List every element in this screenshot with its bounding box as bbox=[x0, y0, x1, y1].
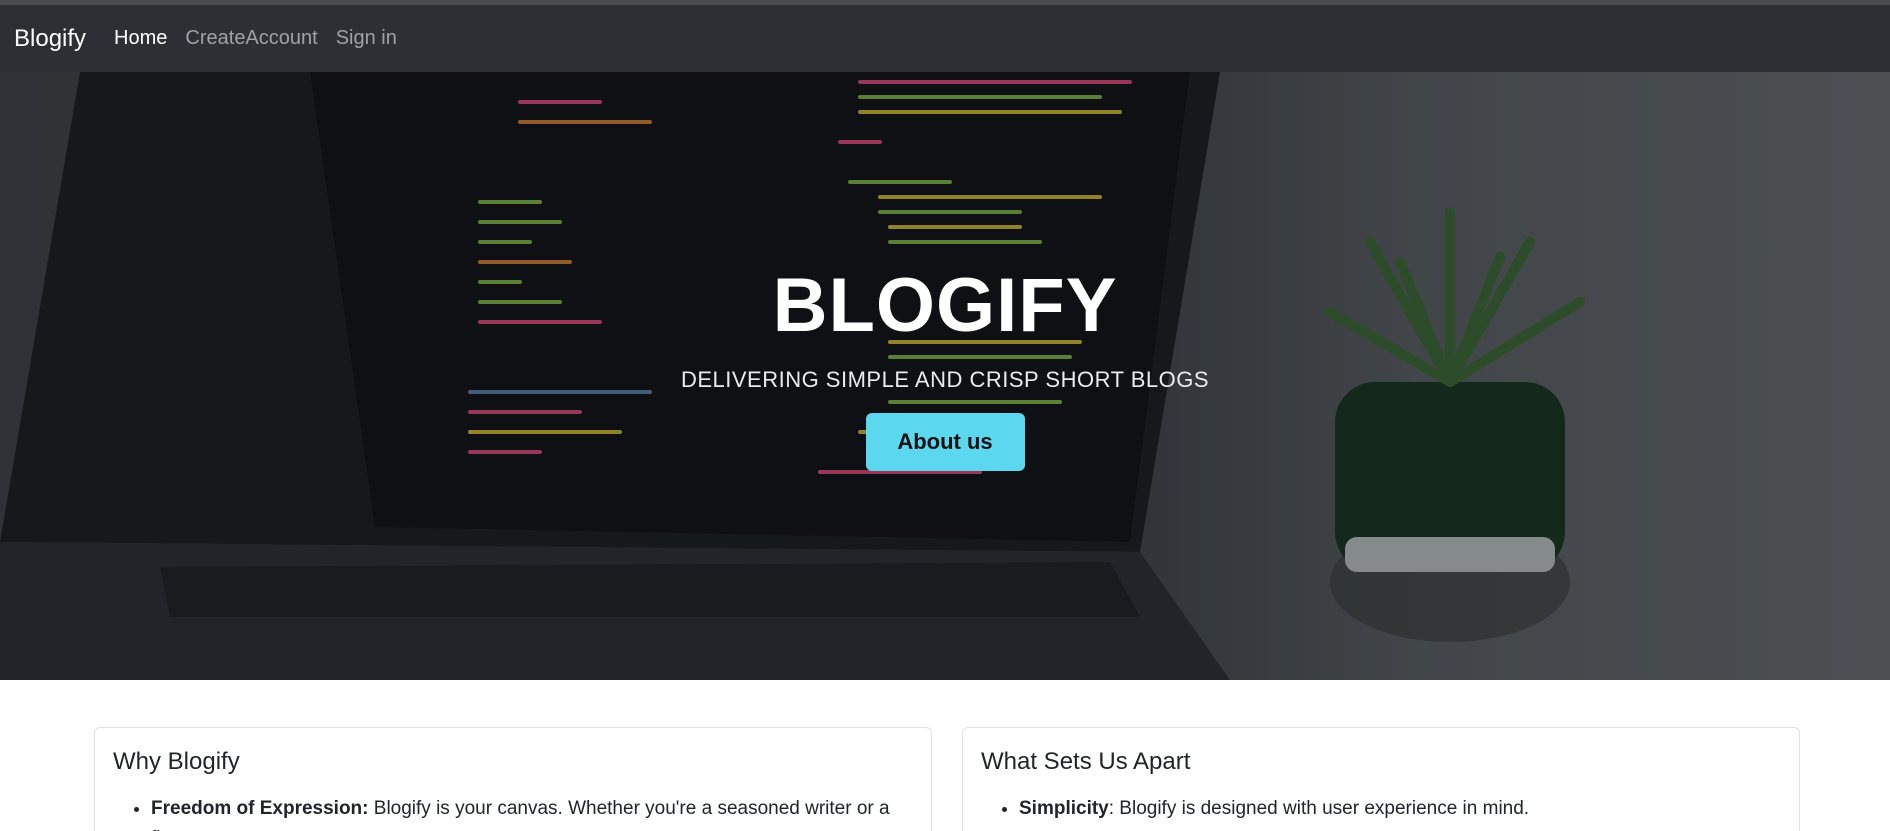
why-blogify-card: Why Blogify Freedom of Expression: Blogi… bbox=[94, 727, 932, 831]
list-item-term: Simplicity bbox=[1019, 798, 1109, 819]
nav-link-home[interactable]: Home bbox=[114, 27, 167, 50]
hero-content: BLOGIFY DELIVERING SIMPLE AND CRISP SHOR… bbox=[0, 72, 1890, 680]
nav-link-create-account[interactable]: CreateAccount bbox=[185, 27, 317, 50]
list-item-text: : Blogify is designed with user experien… bbox=[1108, 798, 1530, 819]
card-list: Simplicity: Blogify is designed with use… bbox=[981, 794, 1781, 824]
list-item: Simplicity: Blogify is designed with use… bbox=[1019, 794, 1781, 824]
hero-title: BLOGIFY bbox=[772, 263, 1118, 348]
nav-link-sign-in[interactable]: Sign in bbox=[336, 27, 397, 50]
hero-banner: BLOGIFY DELIVERING SIMPLE AND CRISP SHOR… bbox=[0, 72, 1890, 680]
card-list: Freedom of Expression: Blogify is your c… bbox=[113, 794, 913, 831]
card-title: Why Blogify bbox=[113, 748, 240, 775]
card-title: What Sets Us Apart bbox=[981, 748, 1191, 775]
list-item-term: Freedom of Expression: bbox=[151, 798, 369, 819]
about-us-button[interactable]: About us bbox=[865, 413, 1025, 471]
brand-logo[interactable]: Blogify bbox=[14, 25, 86, 53]
navbar: Blogify Home CreateAccount Sign in bbox=[0, 5, 1890, 72]
list-item: Freedom of Expression: Blogify is your c… bbox=[151, 794, 913, 831]
hero-subtitle: DELIVERING SIMPLE AND CRISP SHORT BLOGS bbox=[680, 367, 1210, 392]
what-sets-us-apart-card: What Sets Us Apart Simplicity: Blogify i… bbox=[962, 727, 1800, 831]
